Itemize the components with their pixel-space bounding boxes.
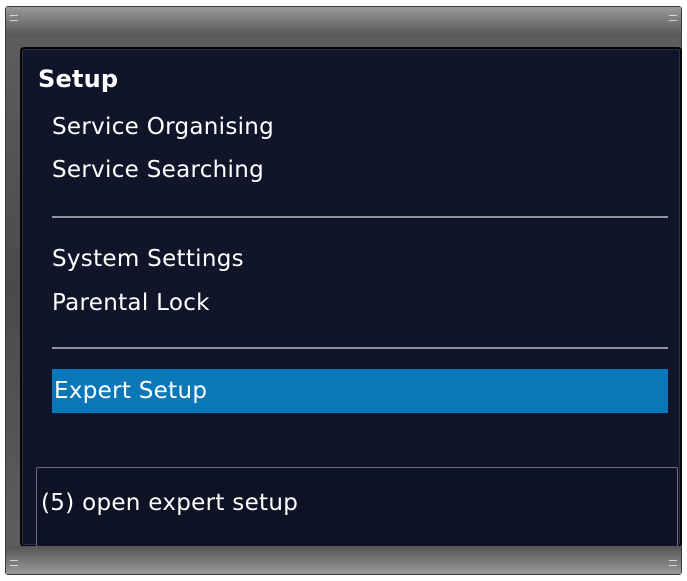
menu-item-service-organising[interactable]: Service Organising [52,112,274,142]
help-status-box: (5) open expert setup [36,467,678,547]
grip-icon [10,560,18,566]
menu-item-system-settings[interactable]: System Settings [52,244,244,274]
grip-icon [669,560,677,566]
dialog-window: Setup Service Organising Service Searchi… [5,6,682,575]
menu-divider [52,347,668,349]
grip-icon [10,15,18,21]
help-text: (5) open expert setup [41,490,299,516]
window-bottom-bar [6,546,681,574]
window-top-bar [6,7,681,37]
menu-item-parental-lock[interactable]: Parental Lock [52,288,210,318]
menu-item-service-searching[interactable]: Service Searching [52,155,264,185]
menu-divider [52,216,668,218]
grip-icon [669,15,677,21]
menu-title: Setup [38,65,119,93]
setup-menu-panel: Setup Service Organising Service Searchi… [20,47,682,547]
menu-item-expert-setup[interactable]: Expert Setup [52,369,668,413]
